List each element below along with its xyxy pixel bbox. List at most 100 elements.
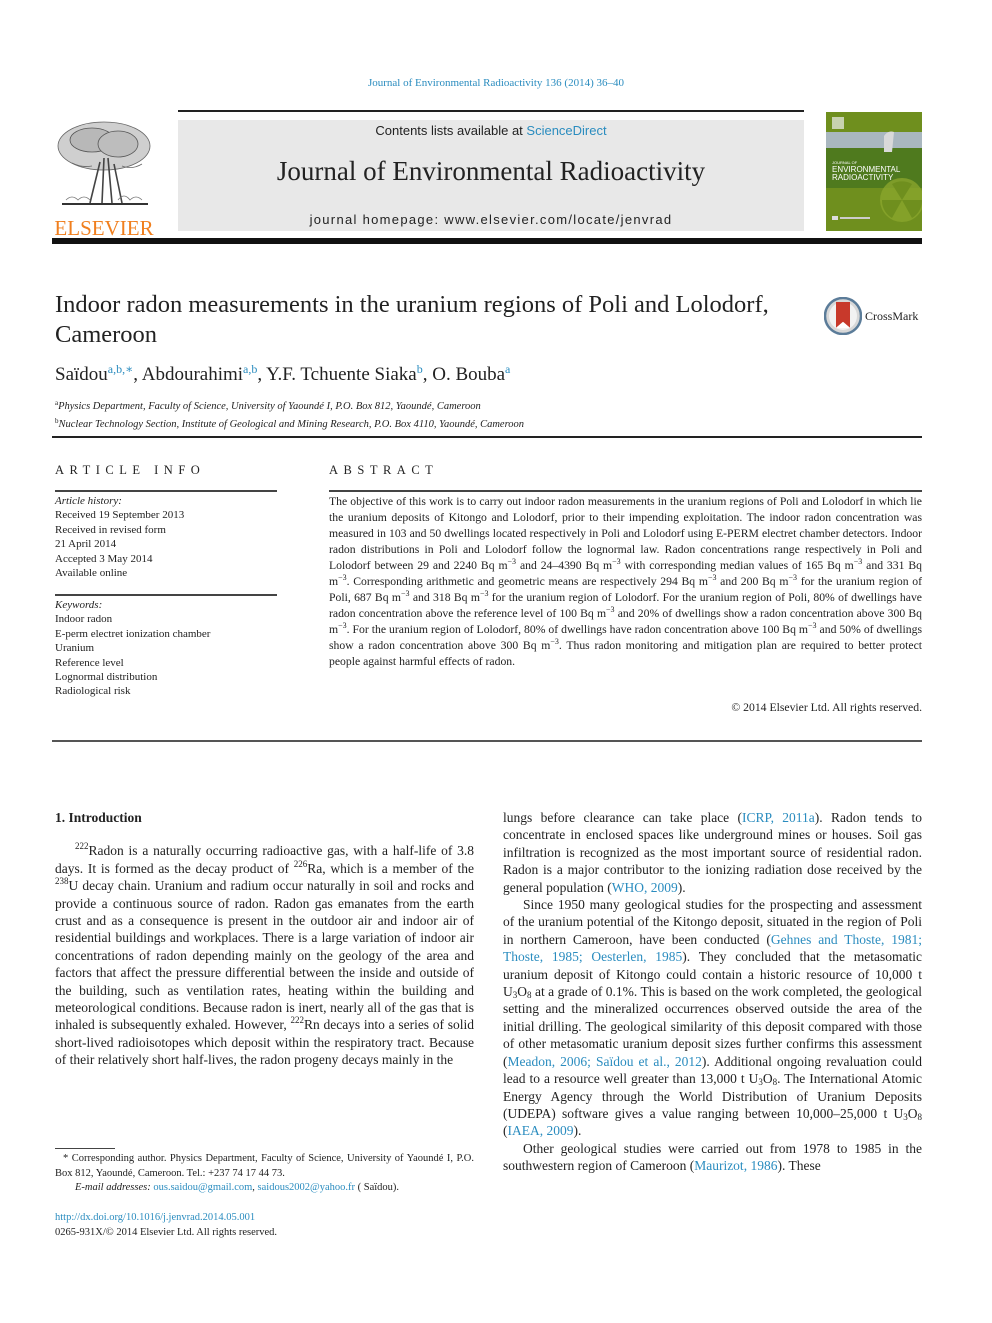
masthead-top-rule <box>178 110 804 112</box>
author-separator: , <box>133 364 142 385</box>
paragraph-text: O <box>907 1105 918 1121</box>
author-separator: , <box>422 364 433 385</box>
citation-link[interactable]: ICRP, 2011a <box>742 810 815 825</box>
running-head-citation[interactable]: Journal of Environmental Radioactivity 1… <box>0 77 992 89</box>
cover-art-icon: JOURNAL OF ENVIRONMENTAL RADIOACTIVITY <box>826 112 922 231</box>
unit-exponent: −3 <box>853 557 863 566</box>
issn-copyright: 0265-931X/© 2014 Elsevier Ltd. All right… <box>55 1226 278 1238</box>
isotope-mass-number: 238 <box>55 876 69 887</box>
doi-link[interactable]: http://dx.doi.org/10.1016/j.jenvrad.2014… <box>55 1212 255 1223</box>
affiliation-text: Physics Department, Faculty of Science, … <box>58 401 481 412</box>
abstract-text: The objective of this work is to carry o… <box>329 494 922 670</box>
article-info-heading: ARTICLE INFO <box>55 463 206 477</box>
unit-exponent: −3 <box>612 557 621 566</box>
unit-exponent: −3 <box>401 589 410 598</box>
author-separator: , <box>257 364 267 385</box>
body-paragraph: Since 1950 many geological studies for t… <box>503 896 922 1140</box>
corresponding-author-footnote: * Corresponding author. Physics Departme… <box>55 1152 474 1196</box>
paragraph-text: O <box>517 984 527 1000</box>
doi-block: http://dx.doi.org/10.1016/j.jenvrad.2014… <box>55 1211 277 1240</box>
abstract-segment: and 24–4390 Bq m <box>516 559 613 572</box>
isotope-mass-number: 226 <box>293 858 308 869</box>
email-suffix: ( Saïdou). <box>354 1182 400 1193</box>
keyword-item: Reference level <box>55 656 124 669</box>
author-name[interactable]: Y.F. Tchuente Siaka <box>266 364 417 385</box>
unit-exponent: −3 <box>507 557 517 566</box>
paragraph-text: U decay chain. Uranium and radium occur … <box>55 878 474 1033</box>
contents-available-line: Contents lists available at ScienceDirec… <box>178 123 804 138</box>
article-history: Article history: Received 19 September 2… <box>55 494 184 580</box>
body-column-right: lungs before clearance can take place (I… <box>503 809 922 1175</box>
paragraph-text: Ra, which is a member of the <box>307 860 474 876</box>
elsevier-wordmark: ELSEVIER <box>54 216 154 240</box>
crossmark-button[interactable]: CrossMark <box>824 296 924 336</box>
history-item: Available online <box>55 567 128 580</box>
body-paragraph: lungs before clearance can take place (I… <box>503 809 922 896</box>
keyword-item: Indoor radon <box>55 613 113 626</box>
history-item: 21 April 2014 <box>55 538 117 551</box>
email-link[interactable]: ous.saidou@gmail.com <box>153 1182 252 1193</box>
corresponding-author-text: * Corresponding author. Physics Departme… <box>55 1153 474 1179</box>
abstract-segment: and 200 Bq m <box>716 575 789 588</box>
isotope-mass-number: 222 <box>290 1015 304 1026</box>
header-divider <box>52 436 922 438</box>
email-link[interactable]: saidous2002@yahoo.fr <box>258 1182 355 1193</box>
sciencedirect-link[interactable]: ScienceDirect <box>526 123 606 138</box>
abstract-segment: and 318 Bq m <box>409 591 480 604</box>
keywords-list: Keywords: Indoor radon E-perm electret i… <box>55 598 210 699</box>
unit-exponent: −3 <box>338 573 347 582</box>
chemical-subscript: 8 <box>917 1111 923 1122</box>
isotope-mass-number: 222 <box>75 841 89 852</box>
abstract-segment: . For the uranium region of Lolodorf, 80… <box>346 623 809 636</box>
journal-homepage-link[interactable]: journal homepage: www.elsevier.com/locat… <box>178 212 804 227</box>
article-info-rule <box>55 490 277 492</box>
email-line: E-mail addresses: ous.saidou@gmail.com, … <box>55 1181 474 1196</box>
abstract-segment: . Corresponding arithmetic and geometric… <box>346 575 708 588</box>
author-list: Saïdoua,b,∗, Abdourahimia,b, Y.F. Tchuen… <box>55 362 510 386</box>
keyword-item: Lognormal distribution <box>55 671 158 684</box>
author-name[interactable]: Saïdou <box>55 364 108 385</box>
affiliation-item: bNuclear Technology Section, Institute o… <box>55 414 524 432</box>
elsevier-logo[interactable]: ELSEVIER <box>52 118 156 239</box>
affiliation-item: aPhysics Department, Faculty of Science,… <box>55 396 524 414</box>
unit-exponent: −3 <box>788 573 797 582</box>
abstract-segment: with corresponding median values of 165 … <box>620 559 854 572</box>
unit-exponent: −3 <box>338 621 347 630</box>
journal-cover-thumbnail[interactable]: JOURNAL OF ENVIRONMENTAL RADIOACTIVITY <box>826 112 922 231</box>
citation-link[interactable]: Maurizot, 1986 <box>694 1158 777 1173</box>
paragraph-text: ). <box>573 1123 582 1139</box>
abstract-copyright: © 2014 Elsevier Ltd. All rights reserved… <box>731 701 922 714</box>
citation-link[interactable]: Meadon, 2006; Saïdou et al., 2012 <box>508 1054 702 1069</box>
keyword-item: E-perm electret ionization chamber <box>55 627 211 640</box>
body-paragraph: 222Radon is a naturally occurring radioa… <box>55 842 474 1068</box>
section-heading-introduction: 1. Introduction <box>55 810 142 825</box>
unit-exponent: −3 <box>550 637 559 646</box>
elsevier-tree-icon <box>52 118 156 212</box>
article-title: Indoor radon measurements in the uranium… <box>55 291 769 348</box>
email-label: E-mail addresses: <box>75 1182 154 1193</box>
masthead-bottom-rule <box>52 238 922 244</box>
abstract-heading: ABSTRACT <box>329 463 439 477</box>
author-affiliation-marker[interactable]: a,b,∗ <box>108 362 133 376</box>
cover-title-line2: RADIOACTIVITY <box>832 173 894 182</box>
journal-banner: Contents lists available at ScienceDirec… <box>178 120 804 231</box>
citation-link[interactable]: IAEA, 2009 <box>508 1123 574 1138</box>
contents-prefix: Contents lists available at <box>375 123 527 138</box>
paragraph-text: O <box>762 1071 773 1087</box>
article-history-label: Article history: <box>55 495 122 507</box>
keyword-item: Radiological risk <box>55 685 131 698</box>
journal-name: Journal of Environmental Radioactivity <box>276 156 706 186</box>
unit-exponent: −3 <box>606 605 615 614</box>
author-affiliation-marker[interactable]: a,b <box>243 362 257 376</box>
citation-link[interactable]: WHO, 2009 <box>612 880 678 895</box>
crossmark-label: CrossMark <box>865 308 919 323</box>
author-affiliation-marker[interactable]: a <box>505 362 510 376</box>
footnote-rule <box>55 1148 115 1149</box>
history-item: Received 19 September 2013 <box>55 509 185 522</box>
author-name[interactable]: O. Bouba <box>432 364 505 385</box>
author-name[interactable]: Abdourahimi <box>142 364 243 385</box>
unit-exponent: −3 <box>808 621 817 630</box>
history-item: Accepted 3 May 2014 <box>55 552 153 565</box>
keywords-rule <box>55 594 277 596</box>
history-item: Received in revised form <box>55 523 166 536</box>
